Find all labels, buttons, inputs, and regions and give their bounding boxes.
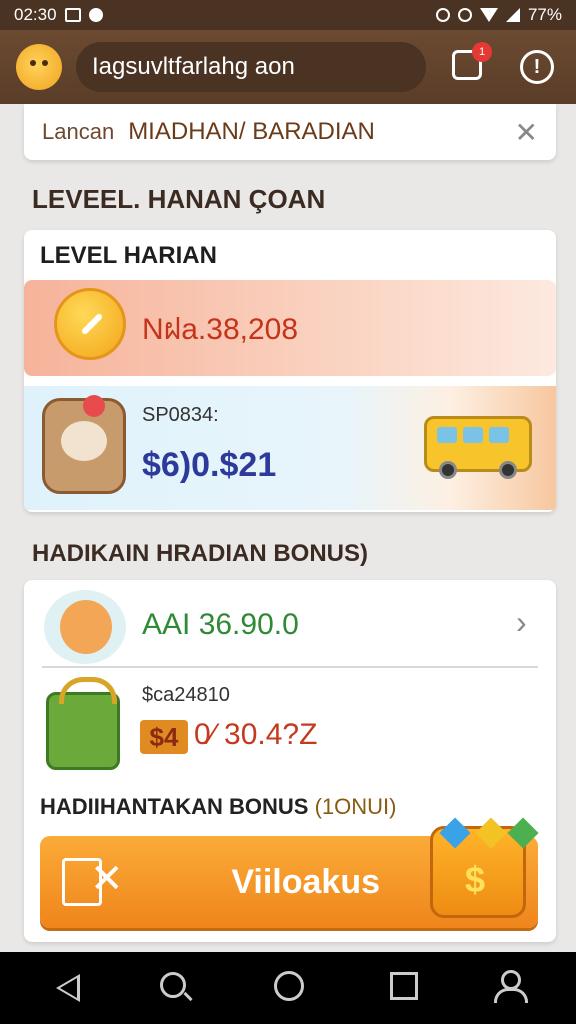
notification-icon [88,8,103,22]
section-title-level: LEVEEL. HANAN ÇOAN [32,184,326,214]
pet-character-icon [42,395,126,494]
cash-value: 0⁄ 30.4?Z [194,718,318,751]
money-basket-icon [46,677,120,770]
bus-window [489,427,509,443]
bonus-title-text: HADIIHANTAKAN BONUS [40,794,309,819]
claim-bonus-label: Viiloakus [231,863,380,901]
chevron-right-icon[interactable]: › [516,604,527,641]
status-bar: 02:30 77% [0,0,576,30]
alarm-icon [457,8,472,22]
bus-icon [424,416,532,479]
banner-title: MIADHAN/ BARADIAN [128,118,375,145]
search-icon[interactable] [160,972,186,998]
info-icon[interactable]: ! [520,50,554,84]
bus-window [463,427,483,443]
profile-icon[interactable] [494,970,528,1003]
gift-bag-icon: $ [430,826,526,918]
claim-bonus-button[interactable]: ✕ Viiloakus $ [40,817,539,928]
search-bar[interactable]: Iagsuvltfarlahg aon [76,42,426,92]
bonus-title: HADIIHANTAKAN BONUS (1ONUI) [40,794,396,820]
system-nav-bar [0,952,576,1024]
divider [42,666,538,668]
wifi-icon [479,8,498,22]
coin-icon [54,288,126,360]
mascot-logo-icon[interactable] [16,44,62,90]
flower-icon [83,395,105,417]
bonus-title-suffix: (1ONUI) [314,794,397,819]
section-title-bonus: HADIKAIN HRADIAN BONUS) [32,540,368,567]
vibrate-icon [435,8,450,22]
bag-symbol: $ [465,859,486,900]
battery-text: 77% [527,5,562,24]
app-bar: Iagsuvltfarlahg aon 1 ! [0,30,576,104]
bus-wheel [439,461,457,479]
dog-value[interactable]: AAI 36.90.0 [142,608,299,642]
recents-icon[interactable] [390,972,418,1000]
coin-row[interactable]: Nฝa.38,208 [24,280,556,376]
bus-window [437,427,457,443]
level-card: LEVEL HARIAN Nฝa.38,208 SP0834: $6)0.$21 [24,230,556,512]
level-card-title: LEVEL HARIAN [40,242,217,269]
status-left: 02:30 [14,5,103,25]
notification-badge: 1 [472,42,492,62]
signal-icon [505,8,520,22]
pet-row[interactable]: SP0834: $6)0.$21 [24,386,556,510]
status-right: 77% [435,5,562,25]
secondary-label: $ca24810 [142,684,230,706]
cash-icon: $4 [140,720,188,754]
close-icon[interactable]: ✕ [515,116,538,149]
status-time: 02:30 [14,5,57,24]
code-label: SP0834: [142,404,219,426]
home-icon[interactable] [274,971,304,1001]
top-banner-card[interactable]: Lancan MIADHAN/ BARADIAN ✕ [24,104,556,160]
banner-prefix: Lancan [42,119,115,144]
back-icon[interactable] [56,974,80,1002]
dog-avatar-icon [44,590,126,664]
bonus-card: AAI 36.90.0 › $ca24810 $4 0⁄ 30.4?Z HADI… [24,580,556,942]
image-icon [64,8,81,22]
coin-value: Nฝa.38,208 [142,313,299,346]
code-value: $6)0.$21 [142,446,277,484]
bus-wheel [499,461,517,479]
